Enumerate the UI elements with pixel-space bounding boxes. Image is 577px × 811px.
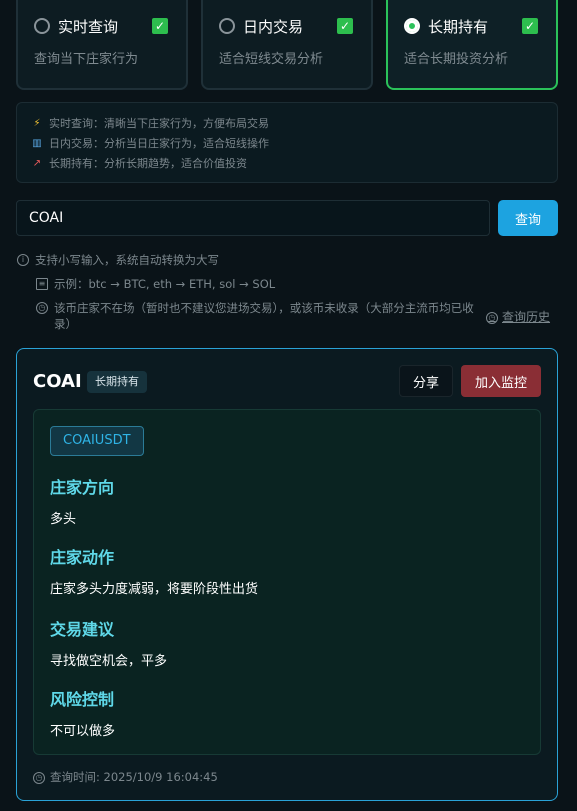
mode-desc: 查询当下庄家行为: [34, 52, 139, 67]
mode-selector: 实时查询 ✓ 查询当下庄家行为 日内交易 ✓ 适合短线交易分析 长期持有 ✓ 适…: [16, 0, 558, 90]
hint-example: ≡ 示例：btc → BTC, eth → ETH, sol → SOL: [36, 276, 275, 292]
clock-icon: ◷: [486, 311, 498, 324]
action-value: 庄家多头力度减弱，将要阶段性出货: [50, 582, 259, 597]
action-title: 庄家动作: [50, 548, 115, 567]
hint-text: 示例：btc → BTC, eth → ETH, sol → SOL: [54, 277, 276, 291]
query-time: ◷ 查询时间: 2025/10/9 16:04:45: [33, 769, 218, 785]
mode-title: 实时查询: [58, 18, 119, 36]
history-label[interactable]: 查询历史: [502, 308, 550, 325]
mode-card-intraday[interactable]: 日内交易 ✓ 适合短线交易分析: [201, 0, 373, 90]
mode-card-realtime[interactable]: 实时查询 ✓ 查询当下庄家行为: [16, 0, 188, 90]
mode-title: 日内交易: [243, 18, 304, 36]
direction-value: 多头: [50, 512, 77, 527]
checkbox-icon[interactable]: ✓: [522, 18, 538, 34]
advice-title: 交易建议: [50, 620, 115, 639]
info-line: ⚡ 实时查询：清晰当下庄家行为，方便布局交易: [31, 114, 543, 134]
info-text: 日内交易：分析当日庄家行为，适合短线操作: [49, 137, 269, 150]
query-history-link[interactable]: ◷ 查询历史: [486, 308, 550, 325]
add-monitor-button[interactable]: 加入监控: [461, 365, 541, 397]
clock-icon: ◷: [33, 772, 45, 784]
radio-icon[interactable]: [219, 18, 235, 34]
document-icon: ≡: [36, 278, 48, 290]
trend-chart-icon: ↗: [32, 158, 42, 169]
lightning-icon: ⚡: [33, 118, 41, 129]
radio-selected-icon[interactable]: [404, 18, 420, 34]
mode-desc: 适合长期投资分析: [404, 52, 509, 67]
clock-icon: ◷: [36, 302, 48, 314]
risk-title: 风险控制: [50, 690, 115, 709]
analysis-panel: COAIUSDT 庄家方向 多头 庄家动作 庄家多头力度减弱，将要阶段性出货 交…: [33, 409, 541, 755]
checkbox-icon[interactable]: ✓: [152, 18, 168, 34]
info-line: ↗ 长期持有：分析长期趋势，适合价值投资: [31, 154, 543, 174]
result-title: COAI: [33, 371, 82, 392]
mode-info-box: ⚡ 实时查询：清晰当下庄家行为，方便布局交易 ▥ 日内交易：分析当日庄家行为，适…: [16, 102, 558, 183]
query-time-text: 查询时间: 2025/10/9 16:04:45: [50, 770, 218, 784]
hint-uppercase: i 支持小写输入，系统自动转换为大写: [17, 252, 219, 268]
hint-not-listed: ◷ 该币庄家不在场（暂时也不建议您进场交易），或该币未收录（大部分主流币均已收录…: [36, 300, 480, 332]
bar-chart-icon: ▥: [32, 138, 42, 149]
info-line: ▥ 日内交易：分析当日庄家行为，适合短线操作: [31, 134, 543, 154]
checkbox-icon[interactable]: ✓: [337, 18, 353, 34]
symbol-tag: COAIUSDT: [50, 426, 144, 456]
risk-value: 不可以做多: [50, 724, 116, 739]
advice-value: 寻找做空机会，平多: [50, 654, 168, 669]
info-text: 实时查询：清晰当下庄家行为，方便布局交易: [49, 117, 269, 130]
hint-text: 该币庄家不在场（暂时也不建议您进场交易），或该币未收录（大部分主流币均已收录）: [54, 301, 474, 331]
info-icon: i: [17, 254, 29, 266]
symbol-search-input[interactable]: [16, 200, 490, 236]
mode-card-longterm[interactable]: 长期持有 ✓ 适合长期投资分析: [386, 0, 558, 90]
mode-desc: 适合短线交易分析: [219, 52, 324, 67]
hint-text: 支持小写输入，系统自动转换为大写: [35, 253, 219, 267]
share-button[interactable]: 分享: [399, 365, 453, 397]
mode-title: 长期持有: [428, 18, 489, 36]
direction-title: 庄家方向: [50, 478, 115, 497]
search-button[interactable]: 查询: [498, 200, 558, 236]
info-text: 长期持有：分析长期趋势，适合价值投资: [49, 157, 247, 170]
result-card: COAI 长期持有 分享 加入监控 COAIUSDT 庄家方向 多头 庄家动作 …: [16, 348, 558, 801]
radio-icon[interactable]: [34, 18, 50, 34]
mode-badge: 长期持有: [87, 371, 147, 393]
